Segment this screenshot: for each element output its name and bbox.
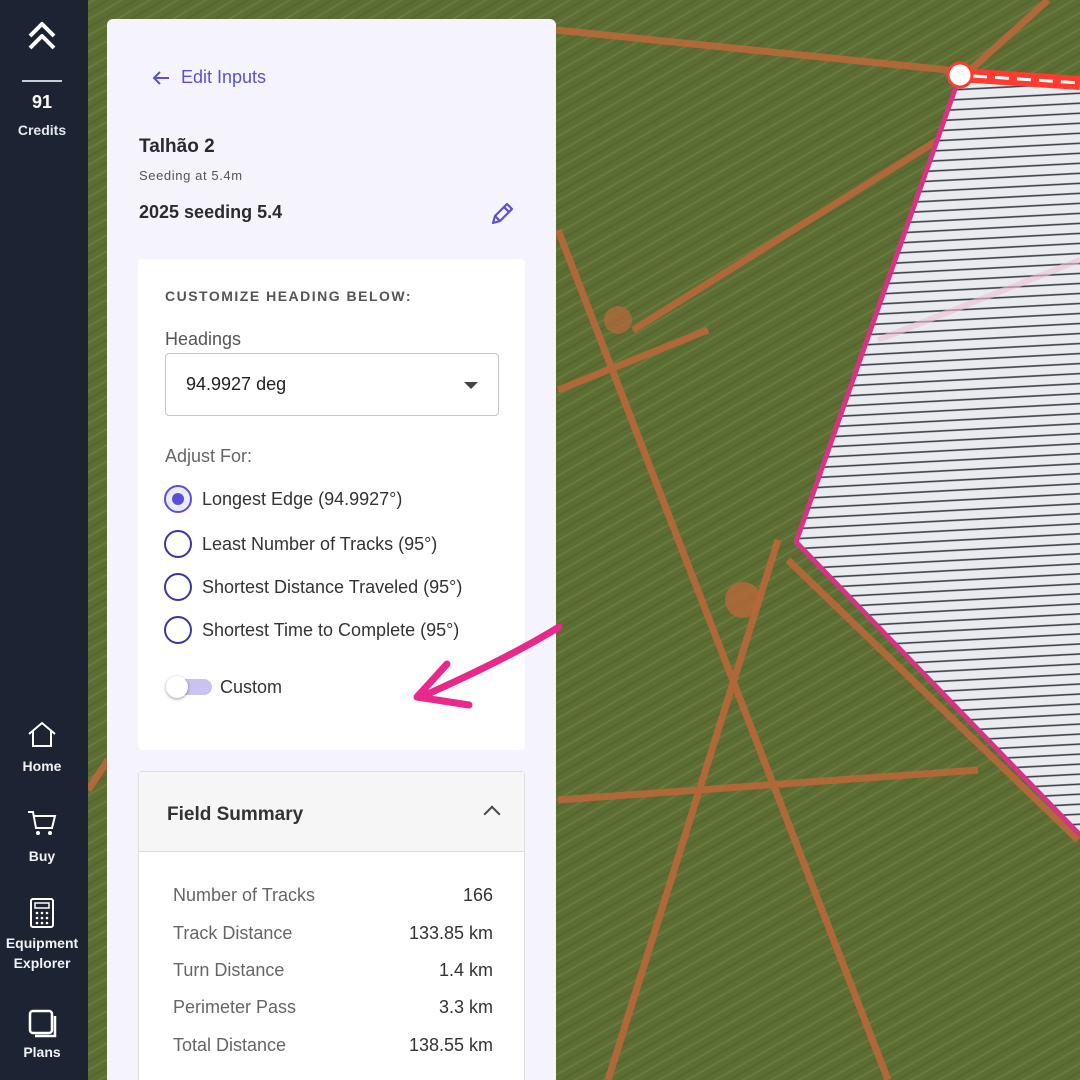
plans-icon xyxy=(28,1009,57,1038)
option-label: Shortest Distance Traveled (95°) xyxy=(202,576,463,597)
nav-item-plans[interactable]: Plans xyxy=(0,1008,84,1062)
option-shortest-time[interactable]: Shortest Time to Complete (95°) xyxy=(164,616,459,644)
summary-label: Perimeter Pass xyxy=(173,997,297,1017)
edit-inputs-label: Edit Inputs xyxy=(181,67,267,87)
summary-value: 1.4 km xyxy=(438,960,493,980)
nav-item-label: Plans xyxy=(23,1044,61,1060)
nav-divider xyxy=(22,80,62,82)
arrow-left-icon xyxy=(152,70,169,85)
credits-label[interactable]: Credits xyxy=(0,122,84,138)
radio-button[interactable] xyxy=(164,616,192,644)
heading-card: CUSTOMIZE HEADING BELOW: Headings 94.992… xyxy=(138,259,525,750)
summary-value: 138.55 km xyxy=(408,1035,493,1055)
option-label: Longest Edge (94.9927°) xyxy=(202,488,403,509)
plan-name: 2025 seeding 5.4 xyxy=(139,202,283,222)
summary-label: Total Distance xyxy=(173,1035,287,1055)
summary-row: Total Distance 138.55 km xyxy=(173,1035,493,1056)
nav-item-equipment-explorer[interactable]: Equipment Explorer xyxy=(0,897,84,973)
cart-icon xyxy=(28,811,57,835)
nav-item-label: Buy xyxy=(28,848,56,864)
summary-label: Number of Tracks xyxy=(173,885,316,905)
chevron-up-icon[interactable] xyxy=(483,805,501,823)
option-label: Least Number of Tracks (95°) xyxy=(202,533,438,554)
summary-value: 166 xyxy=(462,885,493,905)
field-name: Talhão 2 xyxy=(139,136,215,157)
radio-button[interactable] xyxy=(164,573,192,601)
option-longest-edge[interactable]: Longest Edge (94.9927°) xyxy=(164,485,402,513)
summary-label: Track Distance xyxy=(173,923,293,943)
option-label: Shortest Time to Complete (95°) xyxy=(202,619,460,640)
nav-item-label: Home xyxy=(22,758,62,774)
radio-button[interactable] xyxy=(164,485,192,513)
calculator-icon xyxy=(30,898,54,928)
logo-icon[interactable] xyxy=(22,16,62,56)
credits-count[interactable]: 91 xyxy=(0,92,84,113)
headings-value: 94.9927 deg xyxy=(186,374,287,394)
edit-inputs-link[interactable]: Edit Inputs xyxy=(151,67,266,88)
headings-select[interactable]: 94.9927 deg xyxy=(165,353,499,416)
summary-value: 133.85 km xyxy=(408,923,493,943)
nav-item-buy[interactable]: Buy xyxy=(0,808,84,866)
custom-toggle[interactable] xyxy=(166,676,212,698)
option-shortest-distance[interactable]: Shortest Distance Traveled (95°) xyxy=(164,573,462,601)
nav-item-home[interactable]: Home xyxy=(0,720,84,776)
toggle-knob xyxy=(166,676,188,698)
summary-label: Turn Distance xyxy=(173,960,285,980)
card-title: CUSTOMIZE HEADING BELOW: xyxy=(165,288,413,304)
field-summary: Field Summary Number of Tracks 166 Track… xyxy=(138,771,525,1080)
caret-down-icon xyxy=(464,382,478,389)
plan-panel: Edit Inputs Talhão 2 Seeding at 5.4m 202… xyxy=(107,19,563,1080)
summary-row: Track Distance 133.85 km xyxy=(173,923,493,944)
adjust-for-label: Adjust For: xyxy=(165,446,253,466)
custom-toggle-row[interactable]: Custom xyxy=(166,676,282,698)
radio-button[interactable] xyxy=(164,530,192,558)
nav-item-label: Equipment Explorer xyxy=(5,935,79,971)
custom-label: Custom xyxy=(220,676,283,697)
home-icon xyxy=(28,721,56,747)
field-summary-header[interactable]: Field Summary xyxy=(139,772,524,852)
summary-row: Turn Distance 1.4 km xyxy=(173,960,493,981)
summary-row: Perimeter Pass 3.3 km xyxy=(173,997,493,1018)
summary-value: 3.3 km xyxy=(438,997,493,1017)
field-subtitle: Seeding at 5.4m xyxy=(139,168,243,183)
summary-row: Number of Tracks 166 xyxy=(173,885,493,906)
option-least-tracks[interactable]: Least Number of Tracks (95°) xyxy=(164,530,437,558)
headings-label: Headings xyxy=(165,329,242,349)
left-nav: 91 Credits Home Buy Equipment Explorer P… xyxy=(0,0,88,1080)
pencil-icon[interactable] xyxy=(487,199,517,229)
field-summary-title: Field Summary xyxy=(167,804,304,825)
